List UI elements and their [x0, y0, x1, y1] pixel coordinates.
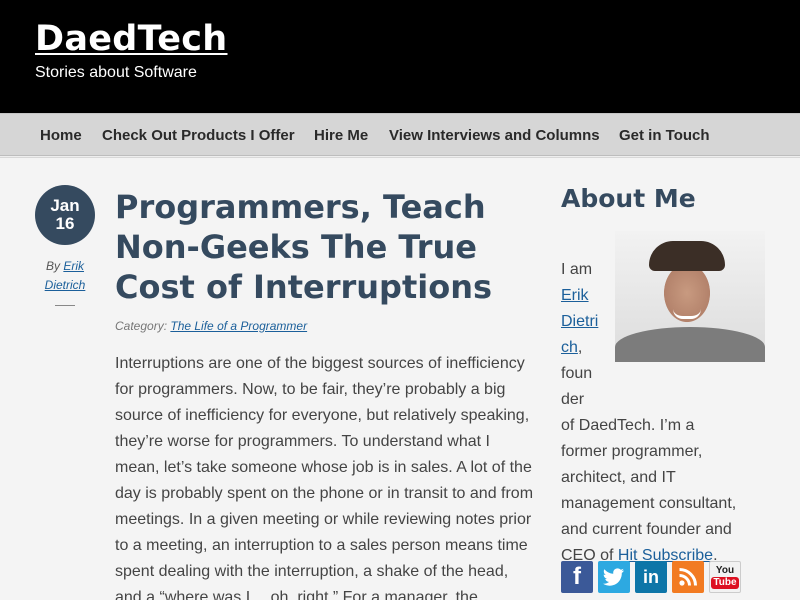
- post-byline: By Erik Dietrich: [35, 257, 95, 295]
- youtube-tube-text: Tube: [711, 576, 739, 589]
- site-tagline: Stories about Software: [35, 64, 197, 81]
- nav-item-get-in-touch[interactable]: Get in Touch: [619, 127, 710, 144]
- post-body: Interruptions are one of the biggest sou…: [115, 355, 534, 600]
- nav-divider: [0, 155, 800, 158]
- linkedin-glyph: in: [643, 566, 659, 587]
- post-title[interactable]: Programmers, Teach Non-Geeks The True Co…: [115, 187, 540, 307]
- youtube-icon[interactable]: You Tube: [709, 561, 741, 593]
- facebook-glyph: f: [573, 563, 581, 590]
- rss-waves-shape: [679, 568, 697, 586]
- nav-item-home[interactable]: Home: [40, 127, 82, 144]
- about-founder-word: founder: [561, 365, 593, 408]
- category-link[interactable]: The Life of a Programmer: [170, 319, 307, 333]
- category-label: Category:: [115, 319, 168, 333]
- about-comma: ,: [577, 339, 583, 356]
- about-intro: I am: [561, 261, 593, 278]
- linkedin-icon[interactable]: in: [635, 561, 667, 593]
- about-text: I am Erik Dietrich, founder of DaedTech. I…: [561, 257, 741, 569]
- nav-item-hire-me[interactable]: Hire Me: [314, 127, 368, 144]
- about-rest: of DaedTech. I’m a former programmer, ar…: [561, 417, 737, 564]
- byline-divider: [55, 305, 75, 306]
- about-narrow-column: I am Erik Dietrich, founder: [561, 257, 601, 413]
- nav-item-products[interactable]: Check Out Products I Offer: [102, 127, 295, 144]
- nav-item-interviews[interactable]: View Interviews and Columns: [389, 127, 600, 144]
- post-date-day: 16: [55, 214, 75, 233]
- post-date-badge: Jan 16: [35, 185, 95, 245]
- main-navigation: Home Check Out Products I Offer Hire Me …: [0, 113, 800, 155]
- post-category: Category: The Life of a Programmer: [115, 319, 307, 333]
- site-title-link[interactable]: DaedTech: [35, 19, 228, 59]
- sidebar-widget-title: About Me: [561, 184, 696, 213]
- byline-prefix: By: [45, 259, 60, 273]
- facebook-icon[interactable]: f: [561, 561, 593, 593]
- youtube-you-text: You: [715, 564, 735, 576]
- rss-icon[interactable]: [672, 561, 704, 593]
- post-date-month: Jan: [50, 196, 80, 215]
- site-header: DaedTech Stories about Software: [0, 0, 800, 113]
- twitter-icon[interactable]: [598, 561, 630, 593]
- twitter-bird-shape: [603, 568, 624, 586]
